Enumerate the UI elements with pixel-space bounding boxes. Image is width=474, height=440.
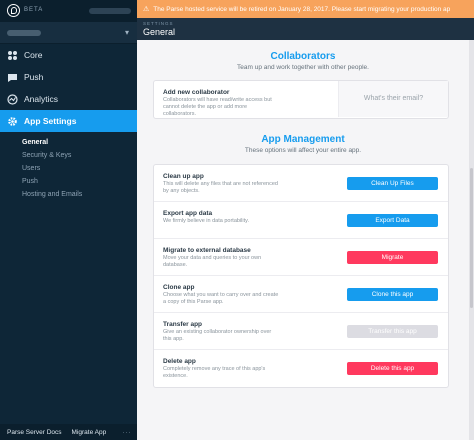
scrollbar[interactable] — [469, 40, 474, 440]
analytics-icon — [7, 93, 18, 105]
banner-text: The Parse hosted service will be retired… — [153, 5, 451, 13]
migrate-button[interactable]: Migrate — [347, 251, 438, 264]
row-description: Completely remove any trace of this app'… — [163, 366, 266, 379]
account-menu[interactable] — [89, 8, 131, 14]
row-title: Delete app — [163, 358, 196, 365]
subnav-hosting-emails[interactable]: Hosting and Emails — [22, 188, 137, 201]
row-description: Collaborators will have read/write acces… — [163, 97, 272, 117]
export-row: Export app data We firmly believe in dat… — [154, 202, 448, 239]
clone-row: Clone app Choose what you want to carry … — [154, 276, 448, 313]
push-icon — [7, 72, 18, 83]
sidebar-item-core[interactable]: Core — [0, 44, 137, 66]
migrate-row: Migrate to external database Move your d… — [154, 239, 448, 276]
transfer-app-button[interactable]: Transfer this app — [347, 325, 438, 338]
collaborators-header: Collaborators Team up and work together … — [137, 51, 469, 71]
delete-app-button[interactable]: Delete this app — [347, 362, 438, 375]
collaborators-title: Collaborators — [270, 51, 336, 62]
row-title: Export app data — [163, 210, 213, 217]
row-title: Transfer app — [163, 321, 203, 328]
settings-content: Collaborators Team up and work together … — [137, 40, 474, 440]
delete-row: Delete app Completely remove any trace o… — [154, 350, 448, 387]
subnav-general[interactable]: General — [22, 136, 137, 149]
clean-up-row: Clean up app This will delete any files … — [154, 165, 448, 202]
transfer-row: Transfer app Give an existing collaborat… — [154, 313, 448, 350]
warning-icon: ⚠ — [143, 6, 150, 13]
sidebar-item-label: Analytics — [24, 94, 59, 104]
row-title: Clone app — [163, 284, 195, 291]
app-name — [7, 30, 41, 36]
sidebar-footer: Parse Server Docs Migrate App ··· — [0, 424, 137, 440]
page-title: General — [143, 27, 176, 37]
subnav-security-keys[interactable]: Security & Keys — [22, 149, 137, 162]
parse-server-docs-link[interactable]: Parse Server Docs — [7, 429, 62, 436]
main-panel: ⚠ The Parse hosted service will be retir… — [137, 0, 474, 440]
beta-badge: BETA — [24, 7, 44, 13]
row-description: We firmly believe in data portability. — [163, 218, 249, 224]
sidebar-item-label: App Settings — [24, 116, 77, 126]
collaborators-subtitle: Team up and work together with other peo… — [237, 64, 369, 71]
app-management-subtitle: These options will affect your entire ap… — [244, 147, 362, 154]
subnav-push[interactable]: Push — [22, 175, 137, 188]
row-description: This will delete any files that are not … — [163, 181, 278, 194]
row-description: Move your data and queries to your own d… — [163, 255, 262, 268]
chevron-down-icon: ▾ — [124, 28, 129, 37]
add-collaborator-row: Add new collaborator Collaborators will … — [154, 81, 448, 118]
sidebar-nav: Core Push Analytics App Settings — [0, 44, 137, 132]
sidebar: BETA ▾ Core Push Analytics App Settings … — [0, 0, 137, 440]
subnav-users[interactable]: Users — [22, 162, 137, 175]
sidebar-header: BETA — [0, 0, 137, 22]
more-icon[interactable]: ··· — [122, 429, 132, 436]
settings-subnav: General Security & Keys Users Push Hosti… — [0, 132, 137, 207]
app-root: BETA ▾ Core Push Analytics App Settings … — [0, 0, 474, 440]
parse-logo-icon[interactable] — [7, 4, 20, 17]
clean-up-files-button[interactable]: Clean Up Files — [347, 177, 438, 190]
scrollbar-thumb[interactable] — [470, 168, 473, 308]
collaborator-email-input[interactable]: What's their email? — [338, 81, 448, 117]
clone-app-button[interactable]: Clone this app — [347, 288, 438, 301]
page-header: SETTINGS General — [137, 18, 474, 40]
row-title: Add new collaborator — [163, 89, 230, 96]
app-management-card: Clean up app This will delete any files … — [153, 164, 449, 388]
app-selector[interactable]: ▾ — [0, 22, 137, 44]
sidebar-item-analytics[interactable]: Analytics — [0, 88, 137, 110]
app-management-title: App Management — [261, 134, 345, 145]
migrate-app-link[interactable]: Migrate App — [72, 429, 107, 436]
row-title: Migrate to external database — [163, 247, 251, 254]
row-description: Give an existing collaborator ownership … — [163, 329, 272, 342]
sidebar-item-label: Push — [24, 72, 44, 82]
core-icon — [7, 50, 18, 61]
sidebar-item-label: Core — [24, 50, 43, 60]
collaborators-card: Add new collaborator Collaborators will … — [153, 80, 449, 119]
retirement-banner[interactable]: ⚠ The Parse hosted service will be retir… — [137, 0, 474, 18]
export-data-button[interactable]: Export Data — [347, 214, 438, 227]
gear-icon — [7, 116, 18, 127]
breadcrumb: SETTINGS — [143, 21, 174, 26]
sidebar-item-push[interactable]: Push — [0, 66, 137, 88]
row-description: Choose what you want to carry over and c… — [163, 292, 279, 305]
sidebar-item-app-settings[interactable]: App Settings — [0, 110, 137, 132]
app-management-header: App Management These options will affect… — [137, 134, 469, 154]
row-title: Clean up app — [163, 173, 204, 180]
